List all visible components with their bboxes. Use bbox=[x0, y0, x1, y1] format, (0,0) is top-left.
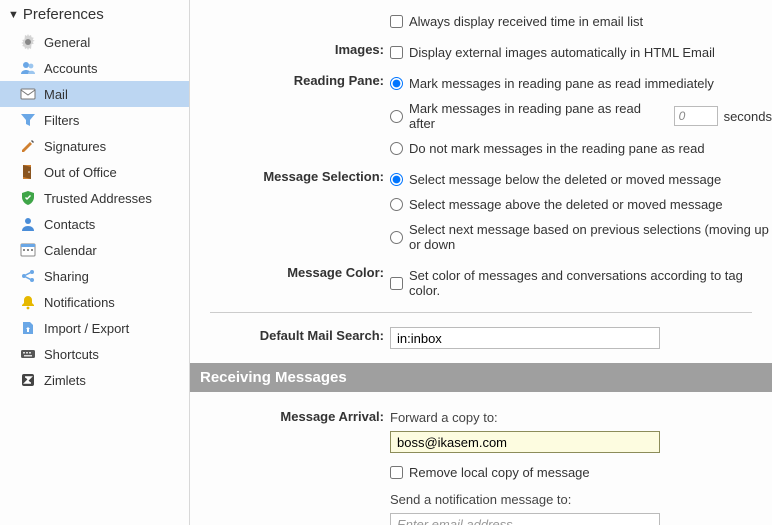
option-suffix: seconds bbox=[724, 109, 772, 124]
shield-icon bbox=[20, 190, 36, 206]
select-above-radio[interactable] bbox=[390, 198, 403, 211]
reading-pane-after-radio[interactable] bbox=[390, 110, 403, 123]
sidebar-item-label: Contacts bbox=[44, 217, 95, 232]
sidebar-item-general[interactable]: General bbox=[0, 29, 189, 55]
message-selection-label: Message Selection: bbox=[190, 166, 390, 184]
sidebar-item-label: Trusted Addresses bbox=[44, 191, 152, 206]
preferences-header[interactable]: ▼ Preferences bbox=[0, 2, 189, 29]
calendar-icon bbox=[20, 242, 36, 258]
reading-pane-donot-option[interactable]: Do not mark messages in the reading pane… bbox=[390, 137, 772, 162]
sidebar-item-label: General bbox=[44, 35, 90, 50]
reading-pane-immediate-radio[interactable] bbox=[390, 77, 403, 90]
message-color-checkbox[interactable] bbox=[390, 277, 403, 290]
section-divider bbox=[210, 312, 752, 313]
forward-copy-label: Forward a copy to: bbox=[390, 408, 772, 431]
reading-pane-after-option[interactable]: Mark messages in reading pane as read af… bbox=[390, 97, 772, 137]
sidebar-title: Preferences bbox=[23, 6, 104, 23]
option-label: Mark messages in reading pane as read af… bbox=[409, 101, 668, 131]
display-external-images-option[interactable]: Display external images automatically in… bbox=[390, 41, 772, 66]
sharing-icon bbox=[20, 268, 36, 284]
collapse-triangle-icon: ▼ bbox=[8, 9, 19, 21]
default-mail-search-input[interactable] bbox=[390, 327, 660, 349]
sidebar-item-label: Shortcuts bbox=[44, 347, 99, 362]
option-label: Select message above the deleted or move… bbox=[409, 197, 723, 212]
option-label: Display external images automatically in… bbox=[409, 45, 715, 60]
sidebar-item-zimlets[interactable]: Zimlets bbox=[0, 367, 189, 393]
select-previous-radio[interactable] bbox=[390, 231, 403, 244]
preferences-sidebar: ▼ Preferences General Accounts Mail Filters… bbox=[0, 0, 190, 525]
display-external-images-checkbox[interactable] bbox=[390, 46, 403, 59]
sidebar-item-shortcuts[interactable]: Shortcuts bbox=[0, 341, 189, 367]
reading-pane-immediate-option[interactable]: Mark messages in reading pane as read im… bbox=[390, 72, 772, 97]
door-icon bbox=[20, 164, 36, 180]
option-label: Always display received time in email li… bbox=[409, 14, 643, 29]
images-label: Images: bbox=[190, 39, 390, 57]
reading-pane-donot-radio[interactable] bbox=[390, 142, 403, 155]
filters-icon bbox=[20, 112, 36, 128]
option-label: Do not mark messages in the reading pane… bbox=[409, 141, 705, 156]
message-color-option[interactable]: Set color of messages and conversations … bbox=[390, 264, 772, 304]
message-arrival-label: Message Arrival: bbox=[190, 406, 390, 424]
reading-pane-after-seconds-input[interactable] bbox=[674, 106, 718, 126]
sidebar-item-calendar[interactable]: Calendar bbox=[0, 237, 189, 263]
sidebar-item-label: Out of Office bbox=[44, 165, 117, 180]
receiving-messages-header: Receiving Messages bbox=[190, 363, 772, 392]
sidebar-item-label: Notifications bbox=[44, 295, 115, 310]
bell-icon bbox=[20, 294, 36, 310]
reading-pane-label: Reading Pane: bbox=[190, 70, 390, 88]
sidebar-item-filters[interactable]: Filters bbox=[0, 107, 189, 133]
accounts-icon bbox=[20, 60, 36, 76]
option-label: Select next message based on previous se… bbox=[409, 222, 772, 252]
select-below-option[interactable]: Select message below the deleted or move… bbox=[390, 168, 772, 193]
always-display-received-time-option[interactable]: Always display received time in email li… bbox=[390, 10, 772, 35]
sidebar-item-label: Calendar bbox=[44, 243, 97, 258]
sidebar-item-label: Import / Export bbox=[44, 321, 129, 336]
importexport-icon bbox=[20, 320, 36, 336]
sidebar-item-accounts[interactable]: Accounts bbox=[0, 55, 189, 81]
remove-local-copy-option[interactable]: Remove local copy of message bbox=[390, 461, 772, 486]
select-below-radio[interactable] bbox=[390, 173, 403, 186]
send-notification-label: Send a notification message to: bbox=[390, 490, 772, 513]
sidebar-item-label: Mail bbox=[44, 87, 68, 102]
sidebar-item-contacts[interactable]: Contacts bbox=[0, 211, 189, 237]
sidebar-item-out-of-office[interactable]: Out of Office bbox=[0, 159, 189, 185]
sidebar-item-mail[interactable]: Mail bbox=[0, 81, 189, 107]
zimlets-icon bbox=[20, 372, 36, 388]
sidebar-item-import-export[interactable]: Import / Export bbox=[0, 315, 189, 341]
sidebar-item-label: Sharing bbox=[44, 269, 89, 284]
sidebar-item-label: Accounts bbox=[44, 61, 97, 76]
remove-local-copy-checkbox[interactable] bbox=[390, 466, 403, 479]
forward-copy-input[interactable] bbox=[390, 431, 660, 453]
option-label: Select message below the deleted or move… bbox=[409, 172, 721, 187]
option-label: Remove local copy of message bbox=[409, 465, 590, 480]
always-display-received-time-checkbox[interactable] bbox=[390, 15, 403, 28]
mail-icon bbox=[20, 86, 36, 102]
send-notification-input[interactable] bbox=[390, 513, 660, 525]
select-previous-option[interactable]: Select next message based on previous se… bbox=[390, 218, 772, 258]
select-above-option[interactable]: Select message above the deleted or move… bbox=[390, 193, 772, 218]
sidebar-item-trusted-addresses[interactable]: Trusted Addresses bbox=[0, 185, 189, 211]
gear-icon bbox=[20, 34, 36, 50]
shortcuts-icon bbox=[20, 346, 36, 362]
signatures-icon bbox=[20, 138, 36, 154]
preferences-main-panel: Always display received time in email li… bbox=[190, 0, 772, 525]
sidebar-item-sharing[interactable]: Sharing bbox=[0, 263, 189, 289]
sidebar-item-notifications[interactable]: Notifications bbox=[0, 289, 189, 315]
option-label: Set color of messages and conversations … bbox=[409, 268, 772, 298]
option-label: Mark messages in reading pane as read im… bbox=[409, 76, 714, 91]
message-color-label: Message Color: bbox=[190, 262, 390, 280]
sidebar-item-label: Zimlets bbox=[44, 373, 86, 388]
sidebar-item-label: Filters bbox=[44, 113, 79, 128]
default-mail-search-label: Default Mail Search: bbox=[190, 325, 390, 343]
contacts-icon bbox=[20, 216, 36, 232]
sidebar-item-signatures[interactable]: Signatures bbox=[0, 133, 189, 159]
sidebar-item-label: Signatures bbox=[44, 139, 106, 154]
